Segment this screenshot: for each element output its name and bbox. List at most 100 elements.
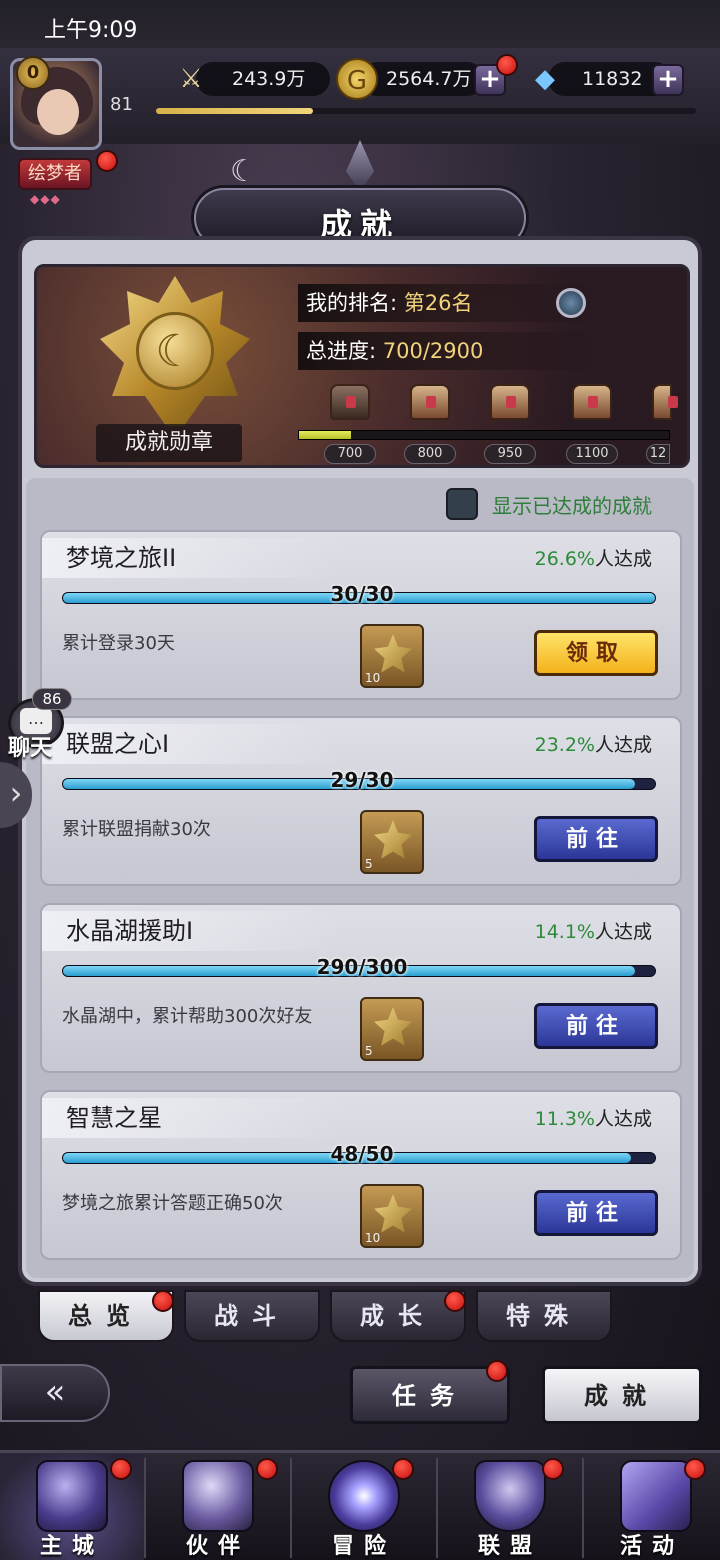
show-completed-checkbox[interactable] bbox=[446, 488, 478, 520]
medal-label: 成就勋章 bbox=[96, 424, 242, 462]
achievement-medal-icon[interactable]: ☾ bbox=[100, 276, 250, 426]
completion-percent: 23.2% bbox=[534, 734, 595, 756]
achievement-description: 累计登录30天 bbox=[62, 633, 175, 654]
status-bar: 上午9:09 bbox=[0, 0, 720, 50]
milestone-chest-icon[interactable] bbox=[652, 384, 678, 420]
exp-bar bbox=[156, 108, 696, 114]
cards-icon bbox=[620, 1460, 692, 1532]
nav-label: 冒险 bbox=[331, 1534, 396, 1559]
achievement-name: 智慧之星 bbox=[42, 1098, 342, 1138]
achievement-card: 智慧之星 11.3%人达成 48/50 梦境之旅累计答题正确50次 10 前往 bbox=[40, 1090, 682, 1260]
achievement-description: 梦境之旅累计答题正确50次 bbox=[62, 1193, 283, 1214]
back-arrow-icon[interactable]: « bbox=[0, 1364, 110, 1422]
header-ornament bbox=[346, 140, 374, 192]
completion-rate: 26.6%人达成 bbox=[535, 544, 652, 571]
diamond-value: 11832 bbox=[582, 68, 643, 90]
completion-suffix: 人达成 bbox=[594, 548, 652, 570]
player-level: 81 bbox=[110, 94, 133, 115]
nav-notification-dot bbox=[392, 1458, 414, 1480]
exp-bar-fill bbox=[156, 108, 313, 114]
completion-suffix: 人达成 bbox=[594, 1108, 652, 1130]
reward-medal-icon[interactable]: 10 bbox=[360, 1184, 424, 1248]
nav-label: 联盟 bbox=[477, 1534, 542, 1559]
achievement-card: 联盟之心I 23.2%人达成 29/30 累计联盟捐献30次 5 前往 bbox=[40, 716, 682, 886]
tab-special[interactable]: 特殊 bbox=[476, 1290, 612, 1342]
reward-count: 5 bbox=[365, 1044, 373, 1058]
milestone-label: 12 bbox=[646, 444, 670, 464]
diamond-icon: ◆ bbox=[535, 64, 555, 94]
completion-suffix: 人达成 bbox=[594, 921, 652, 943]
show-completed-label[interactable]: 显示已达成的成就 bbox=[492, 490, 652, 519]
gold-display: G 2564.7万 + bbox=[336, 58, 506, 100]
claim-button[interactable]: 领取 bbox=[534, 630, 658, 676]
vip-badge: 0 bbox=[16, 56, 50, 90]
go-button[interactable]: 前往 bbox=[534, 816, 658, 862]
milestone-label: 700 bbox=[324, 444, 376, 464]
reward-medal-icon[interactable]: 5 bbox=[360, 997, 424, 1061]
achievement-description: 累计联盟捐献30次 bbox=[62, 819, 211, 840]
rank-label: 我的排名: bbox=[306, 291, 398, 315]
achievement-progress-text: 29/30 bbox=[330, 768, 394, 792]
shield-icon bbox=[474, 1460, 546, 1532]
milestone-label: 950 bbox=[484, 444, 536, 464]
completion-rate: 14.1%人达成 bbox=[535, 917, 652, 944]
completion-percent: 26.6% bbox=[534, 548, 595, 570]
achievement-name: 水晶湖援助I bbox=[42, 911, 342, 951]
reward-count: 5 bbox=[365, 857, 373, 871]
go-button[interactable]: 前往 bbox=[534, 1190, 658, 1236]
compass-icon bbox=[328, 1460, 400, 1532]
go-button[interactable]: 前往 bbox=[534, 1003, 658, 1049]
reward-count: 10 bbox=[365, 1231, 381, 1245]
nav-label: 活动 bbox=[619, 1534, 684, 1559]
nav-notification-dot bbox=[684, 1458, 706, 1480]
achievement-card: 梦境之旅II 26.6%人达成 30/30 累计登录30天 10 领取 bbox=[40, 530, 682, 700]
nav-label: 主城 bbox=[39, 1534, 104, 1559]
achievement-name: 联盟之心I bbox=[42, 724, 342, 764]
milestone-chest-icon[interactable] bbox=[410, 384, 450, 420]
power-value: 243.9万 bbox=[232, 68, 306, 90]
completion-percent: 11.3% bbox=[534, 1108, 595, 1130]
sword-icon: ⚔ bbox=[179, 64, 203, 94]
achievement-card: 水晶湖援助I 14.1%人达成 290/300 水晶湖中，累计帮助300次好友 5 前往 bbox=[40, 903, 682, 1073]
achievement-button[interactable]: 成就 bbox=[542, 1366, 702, 1424]
reward-medal-icon[interactable]: 10 bbox=[360, 624, 424, 688]
chat-label[interactable]: 聊天 bbox=[8, 730, 52, 762]
reward-medal-icon[interactable]: 5 bbox=[360, 810, 424, 874]
diamond-display: ◆ 11832 + bbox=[535, 62, 684, 96]
milestone-progress-fill bbox=[299, 431, 351, 439]
achievement-progress-text: 290/300 bbox=[316, 955, 408, 979]
nav-label: 伙伴 bbox=[185, 1534, 250, 1559]
chat-unread-count: 86 bbox=[32, 688, 72, 710]
achievement-progress-text: 30/30 bbox=[330, 582, 394, 606]
nav-notification-dot bbox=[542, 1458, 564, 1480]
gold-value: 2564.7万 bbox=[386, 68, 472, 90]
achievement-description: 水晶湖中，累计帮助300次好友 bbox=[62, 1006, 313, 1027]
tab-battle[interactable]: 战斗 bbox=[184, 1290, 320, 1342]
power-display: ⚔ 243.9万 bbox=[179, 62, 330, 96]
milestone-label: 800 bbox=[404, 444, 456, 464]
magnifier-icon[interactable] bbox=[556, 288, 586, 318]
nav-notification-dot bbox=[256, 1458, 278, 1480]
tab-notification-dot bbox=[152, 1290, 174, 1312]
milestone-chest-icon[interactable] bbox=[490, 384, 530, 420]
progress-value: 700/2900 bbox=[382, 339, 484, 363]
castle-icon bbox=[36, 1460, 108, 1532]
wizard-hat-icon bbox=[182, 1460, 254, 1532]
tab-notification-dot bbox=[444, 1290, 466, 1312]
gold-notification-dot bbox=[496, 54, 518, 76]
milestone-progress-bar bbox=[298, 430, 670, 440]
completion-rate: 23.2%人达成 bbox=[535, 730, 652, 757]
milestone-chest-icon[interactable] bbox=[330, 384, 370, 420]
milestone-chest-icon[interactable] bbox=[572, 384, 612, 420]
nav-notification-dot bbox=[110, 1458, 132, 1480]
nav-adventure[interactable]: 冒险 bbox=[292, 1454, 436, 1560]
rank-row: 我的排名: 第26名 bbox=[298, 284, 598, 322]
reward-count: 10 bbox=[365, 671, 381, 685]
status-time: 上午9:09 bbox=[44, 18, 138, 43]
add-diamond-button[interactable]: + bbox=[652, 64, 684, 96]
completion-suffix: 人达成 bbox=[594, 734, 652, 756]
milestone-label: 1100 bbox=[566, 444, 618, 464]
gold-coin-icon: G bbox=[336, 58, 378, 100]
moon-icon: ☾ bbox=[230, 154, 257, 189]
achievement-progress-text: 48/50 bbox=[330, 1142, 394, 1166]
